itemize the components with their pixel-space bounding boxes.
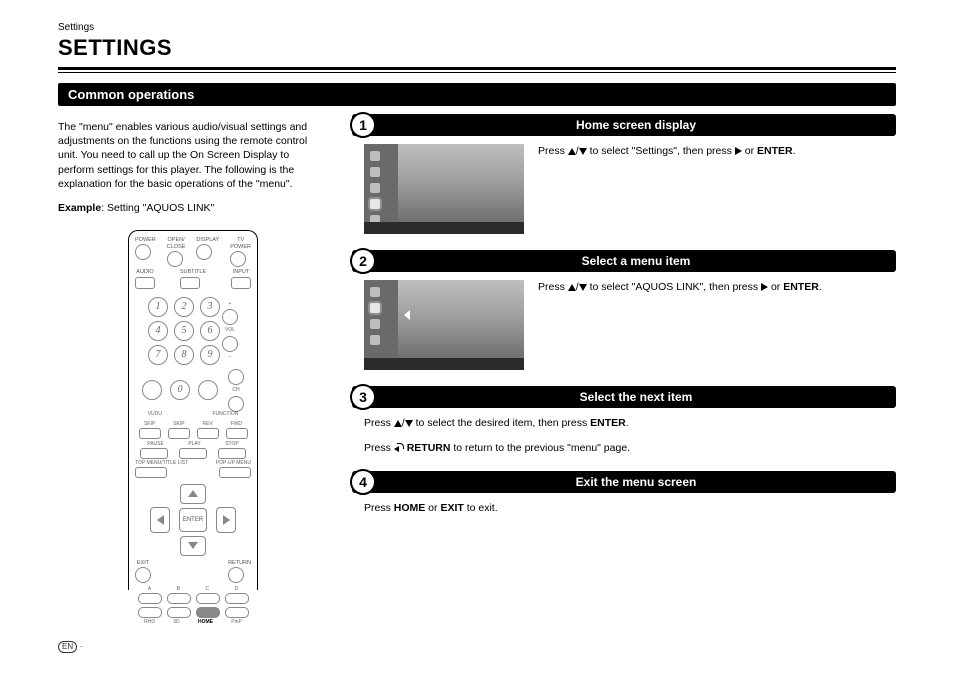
menu-screen-preview — [364, 280, 524, 370]
step-4-instruction: Press HOME or EXIT to exit. — [364, 501, 896, 516]
example-label: Example — [58, 202, 101, 214]
up-arrow-icon — [568, 148, 576, 155]
step-3-instruction-line1: Press / to select the desired item, then… — [364, 416, 896, 431]
horizontal-rule — [58, 67, 896, 70]
page-footer: EN · — [58, 641, 83, 653]
down-arrow-icon — [579, 284, 587, 291]
home-screen-preview — [364, 144, 524, 234]
step-3-instruction-line2: Press RETURN to return to the previous "… — [364, 441, 896, 456]
step-1-instruction: Press / to select "Settings", then press… — [538, 144, 796, 234]
down-arrow-icon — [579, 148, 587, 155]
up-arrow-icon — [568, 284, 576, 291]
remote-control-illustration: POWER OPEN/ CLOSE DISPLAY TV POWER AUDIO… — [128, 230, 258, 590]
right-arrow-icon — [735, 147, 742, 155]
up-arrow-icon — [394, 420, 402, 427]
step-1-header: 1 Home screen display — [352, 114, 896, 136]
step-2-header: 2 Select a menu item — [352, 250, 896, 272]
step-title: Exit the menu screen — [376, 475, 896, 489]
step-3-header: 3 Select the next item — [352, 386, 896, 408]
page-title: SETTINGS — [58, 35, 896, 67]
step-title: Select a menu item — [376, 254, 896, 268]
step-number: 3 — [350, 384, 376, 410]
step-number: 4 — [350, 469, 376, 495]
down-arrow-icon — [405, 420, 413, 427]
step-2-instruction: Press / to select "AQUOS LINK", then pre… — [538, 280, 822, 370]
step-number: 2 — [350, 248, 376, 274]
section-heading: Common operations — [58, 83, 896, 106]
step-title: Select the next item — [376, 390, 896, 404]
return-icon — [394, 443, 404, 452]
example-text: : Setting "AQUOS LINK" — [101, 202, 214, 214]
step-4-header: 4 Exit the menu screen — [352, 471, 896, 493]
intro-paragraph: The "menu" enables various audio/visual … — [58, 120, 328, 191]
breadcrumb: Settings — [58, 22, 896, 33]
step-title: Home screen display — [376, 118, 896, 132]
right-arrow-icon — [761, 283, 768, 291]
horizontal-rule — [58, 72, 896, 73]
step-number: 1 — [350, 112, 376, 138]
